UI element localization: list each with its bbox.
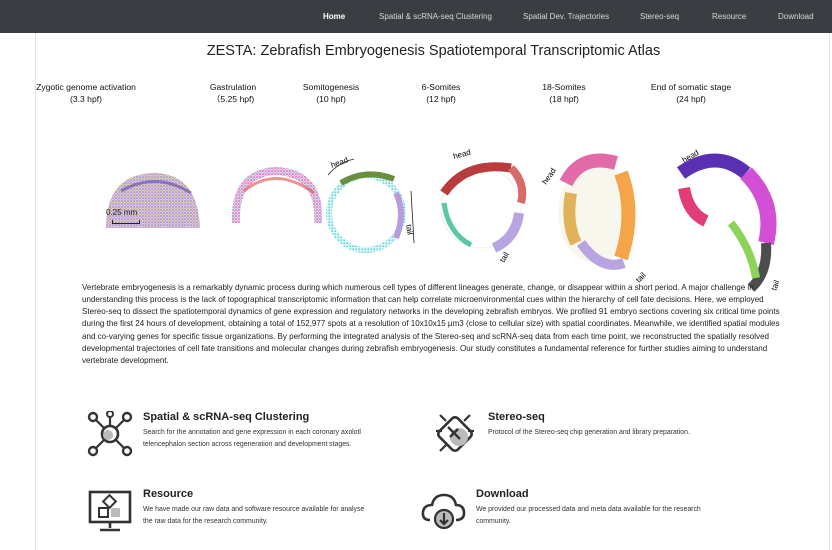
cloud-download-icon xyxy=(421,493,466,530)
network-cluster-icon xyxy=(87,411,133,457)
scale-bar-label: 0.25 mm xyxy=(106,208,138,217)
stage-time: (18 hpf) xyxy=(549,94,579,104)
stage-label-18-somites: 18-Somites (18 hpf) xyxy=(504,81,624,105)
card-title[interactable]: Spatial & scRNA-seq Clustering xyxy=(143,411,309,423)
head-label: head xyxy=(540,166,558,186)
section-gastrulation xyxy=(231,166,323,224)
stage-name: 18-Somites xyxy=(542,82,586,92)
card-description: Protocol of the Stereo-seq chip generati… xyxy=(488,429,690,436)
main-content: ZESTA: Zebrafish Embryogenesis Spatiotem… xyxy=(35,33,830,550)
section-18-somites: head tail xyxy=(540,153,648,284)
stage-label-6-somites: 6-Somites (12 hpf) xyxy=(381,81,501,105)
stage-name: Zygotic genome activation xyxy=(36,82,136,92)
stage-name: Somitogenesis xyxy=(302,82,360,92)
section-6-somites-upper xyxy=(508,165,527,204)
embryo-sections-figure: head tail head tail head tail head tail xyxy=(106,148,781,292)
card-title[interactable]: Resource xyxy=(143,488,193,500)
top-navbar: Home Spatial & scRNA-seq Clustering Spat… xyxy=(0,0,832,33)
section-end-somatic-eye xyxy=(678,186,709,227)
dna-chip-icon xyxy=(436,414,474,453)
section-6-somites: head tail xyxy=(440,148,527,264)
section-somitogenesis-ring xyxy=(326,173,406,253)
head-label: head xyxy=(452,148,472,161)
section-end-somatic: head tail xyxy=(676,148,781,292)
nav-spatial-clustering[interactable]: Spatial & scRNA-seq Clustering xyxy=(379,0,492,33)
card-description: We have made our raw data and software r… xyxy=(143,506,365,525)
stage-time: (24 hpf) xyxy=(676,94,706,104)
nav-resource[interactable]: Resource xyxy=(712,0,746,33)
section-end-somatic-yolk xyxy=(727,220,760,279)
card-title[interactable]: Download xyxy=(476,488,529,500)
stage-label-end-somatic: End of somatic stage (24 hpf) xyxy=(631,81,751,105)
head-label: head xyxy=(330,155,350,170)
section-18-somites-tail xyxy=(614,170,636,261)
tail-label: tail xyxy=(498,250,511,264)
stage-name: End of somatic stage xyxy=(650,82,732,92)
section-end-somatic-trunk xyxy=(740,167,777,245)
section-somitogenesis-tail xyxy=(393,191,404,240)
monitor-resource-icon xyxy=(88,490,132,532)
abstract-text: Vertebrate embryogenesis is a remarkably… xyxy=(82,283,780,365)
tail-arrow-line xyxy=(410,190,415,244)
nav-home[interactable]: Home xyxy=(323,0,345,33)
section-6-somites-head xyxy=(440,162,512,196)
stage-time: (10 hpf) xyxy=(316,94,346,104)
section-6-somites-tail xyxy=(491,212,524,253)
section-end-somatic-head xyxy=(676,153,751,179)
stage-label-zga: Zygotic genome activation (3.3 hpf) xyxy=(26,81,146,105)
section-somitogenesis: head tail xyxy=(326,155,415,253)
scale-bar xyxy=(112,220,140,224)
stage-name: 6-Somites xyxy=(421,82,461,92)
nav-stereo-seq[interactable]: Stereo-seq xyxy=(640,0,679,33)
card-title[interactable]: Stereo-seq xyxy=(488,411,545,423)
card-description: We provided our processed data and meta … xyxy=(476,506,701,525)
stage-time: (3.3 hpf) xyxy=(69,94,102,104)
stage-label-somitogenesis: Somitogenesis (10 hpf) xyxy=(271,81,391,105)
nav-download[interactable]: Download xyxy=(778,0,814,33)
page-title: ZESTA: Zebrafish Embryogenesis Spatiotem… xyxy=(206,43,661,59)
section-18-somites-side xyxy=(563,192,582,246)
section-6-somites-side xyxy=(441,202,473,248)
card-description: Search for the annotation and gene expre… xyxy=(143,429,361,448)
nav-spatial-trajectories[interactable]: Spatial Dev. Trajectories xyxy=(523,0,609,33)
stage-time: (12 hpf) xyxy=(426,94,456,104)
